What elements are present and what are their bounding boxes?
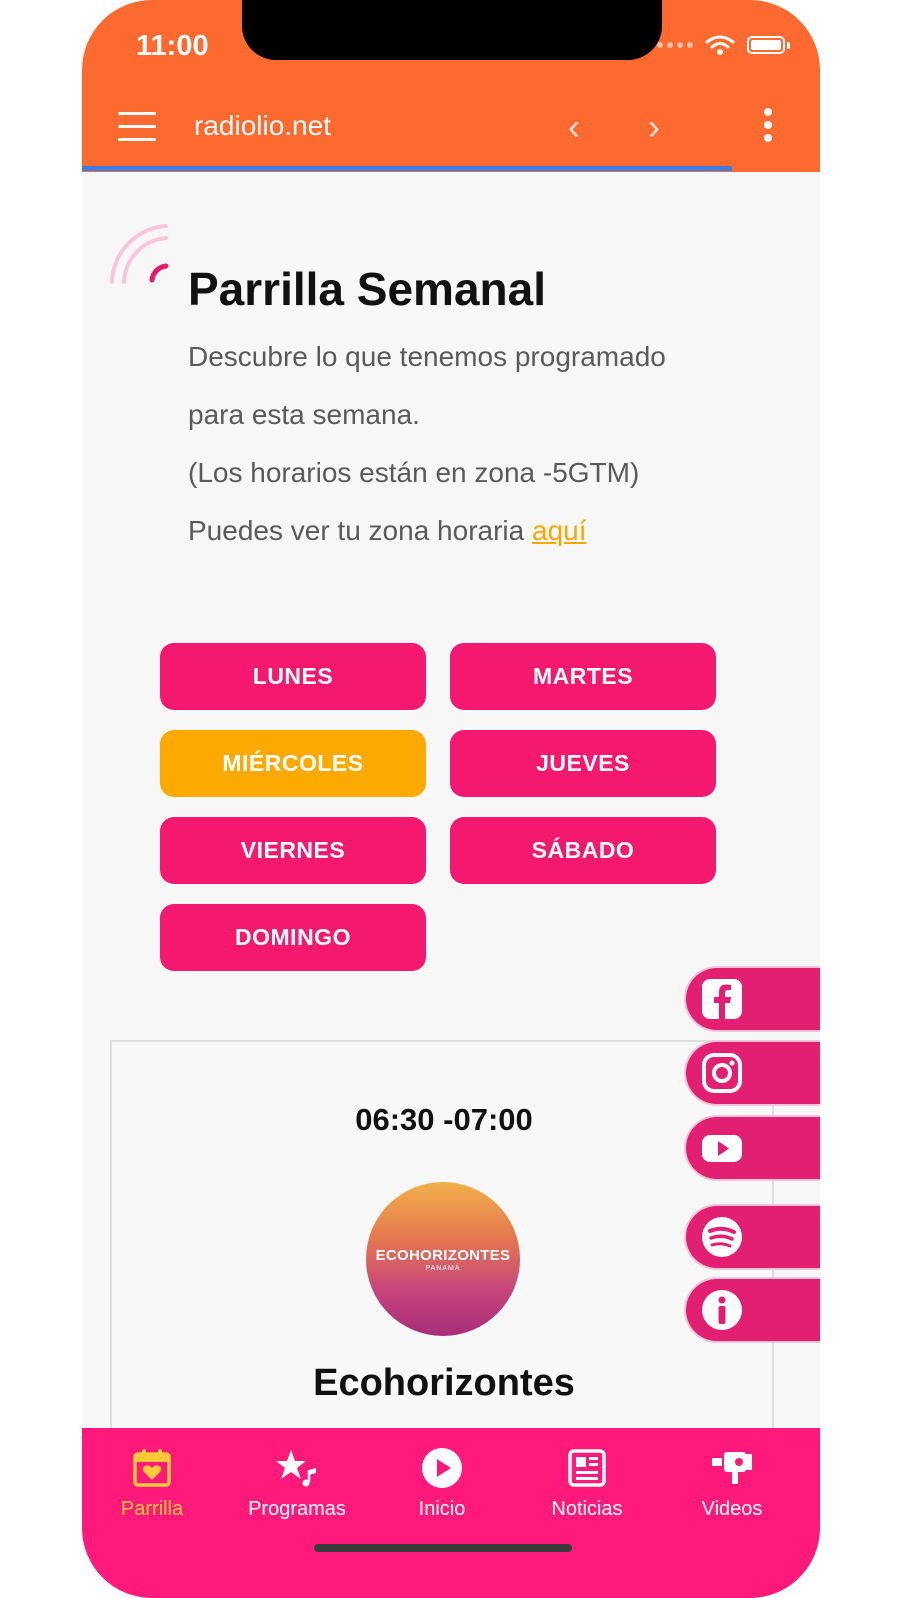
battery-icon (747, 36, 785, 54)
wifi-icon (705, 35, 735, 55)
program-logo-text: ECOHORIZONTES (375, 1246, 511, 1264)
description-line: para esta semana. (188, 399, 420, 430)
broadcast-waves-icon (110, 224, 169, 284)
instagram-icon (702, 1053, 742, 1093)
program-logo-subtext: PANAMÁ (425, 1264, 461, 1272)
spotify-button[interactable] (686, 1206, 820, 1268)
chevron-left-icon[interactable]: ‹ (568, 106, 580, 148)
app-header: 11:00 radiolio.net ‹ › (82, 0, 820, 172)
day-button-sabado[interactable]: SÁBADO (450, 817, 716, 884)
play-circle-icon (422, 1448, 462, 1488)
nav-noticias[interactable]: Noticias (517, 1446, 657, 1521)
info-button[interactable] (686, 1279, 820, 1341)
page-description: Descubre lo que tenemos programado para … (188, 328, 748, 560)
bottom-navigation: Parrilla Programas Inicio Noticias Video… (82, 1428, 820, 1598)
phone-screen: 11:00 radiolio.net ‹ › Parrilla Semanal … (82, 0, 820, 1598)
timezone-link[interactable]: aquí (532, 515, 587, 546)
day-button-miercoles[interactable]: MIÉRCOLES (160, 730, 426, 797)
nav-label: Noticias (551, 1498, 623, 1520)
day-button-martes[interactable]: MARTES (450, 643, 716, 710)
nav-parrilla[interactable]: Parrilla (82, 1446, 222, 1521)
device-bezel-left (0, 0, 82, 1598)
description-text: Puedes ver tu zona horaria (188, 515, 525, 546)
status-time: 11:00 (136, 30, 209, 62)
day-button-lunes[interactable]: LUNES (160, 643, 426, 710)
nav-inicio[interactable]: Inicio (372, 1446, 512, 1521)
day-button-jueves[interactable]: JUEVES (450, 730, 716, 797)
more-vertical-icon[interactable] (764, 108, 774, 147)
home-indicator[interactable] (314, 1544, 572, 1552)
day-selector: LUNES MARTES MIÉRCOLES JUEVES VIERNES SÁ… (160, 643, 716, 971)
chevron-right-icon[interactable]: › (648, 106, 660, 148)
description-line: (Los horarios están en zona -5GTM) (188, 457, 640, 488)
facebook-button[interactable] (686, 968, 820, 1030)
description-line: Descubre lo que tenemos programado (188, 341, 666, 372)
nav-programas[interactable]: Programas (227, 1446, 367, 1521)
star-music-icon (276, 1450, 316, 1487)
program-card[interactable]: 06:30 -07:00 ECOHORIZONTES PANAMÁ Ecohor… (110, 1040, 774, 1460)
hamburger-menu-icon[interactable] (118, 112, 156, 142)
device-notch (242, 0, 662, 60)
info-icon (702, 1290, 742, 1330)
description-line-with-link: Puedes ver tu zona horaria aquí (188, 502, 748, 560)
newspaper-icon (568, 1449, 606, 1487)
spotify-icon (702, 1217, 742, 1257)
program-logo: ECOHORIZONTES PANAMÁ (366, 1182, 520, 1336)
app-title: radiolio.net (194, 110, 331, 141)
day-button-viernes[interactable]: VIERNES (160, 817, 426, 884)
nav-label: Inicio (418, 1498, 466, 1520)
signal-icon (657, 42, 693, 48)
program-time: 06:30 -07:00 (355, 1102, 533, 1137)
nav-label: Videos (701, 1498, 763, 1520)
youtube-icon (702, 1135, 742, 1162)
status-icons (657, 34, 790, 56)
device-bezel-right (820, 0, 900, 1598)
nav-label: Programas (248, 1498, 346, 1520)
day-button-domingo[interactable]: DOMINGO (160, 904, 426, 971)
facebook-icon (702, 979, 742, 1019)
app-toolbar: radiolio.net ‹ › (82, 100, 820, 156)
instagram-button[interactable] (686, 1042, 820, 1104)
nav-videos[interactable]: Videos (662, 1446, 802, 1521)
page-load-progress (82, 166, 732, 171)
video-camera-icon (712, 1452, 752, 1484)
page-title: Parrilla Semanal (188, 263, 546, 315)
program-title: Ecohorizontes (313, 1362, 575, 1404)
youtube-button[interactable] (686, 1117, 820, 1179)
nav-label: Parrilla (120, 1498, 184, 1520)
calendar-heart-icon (133, 1449, 171, 1487)
